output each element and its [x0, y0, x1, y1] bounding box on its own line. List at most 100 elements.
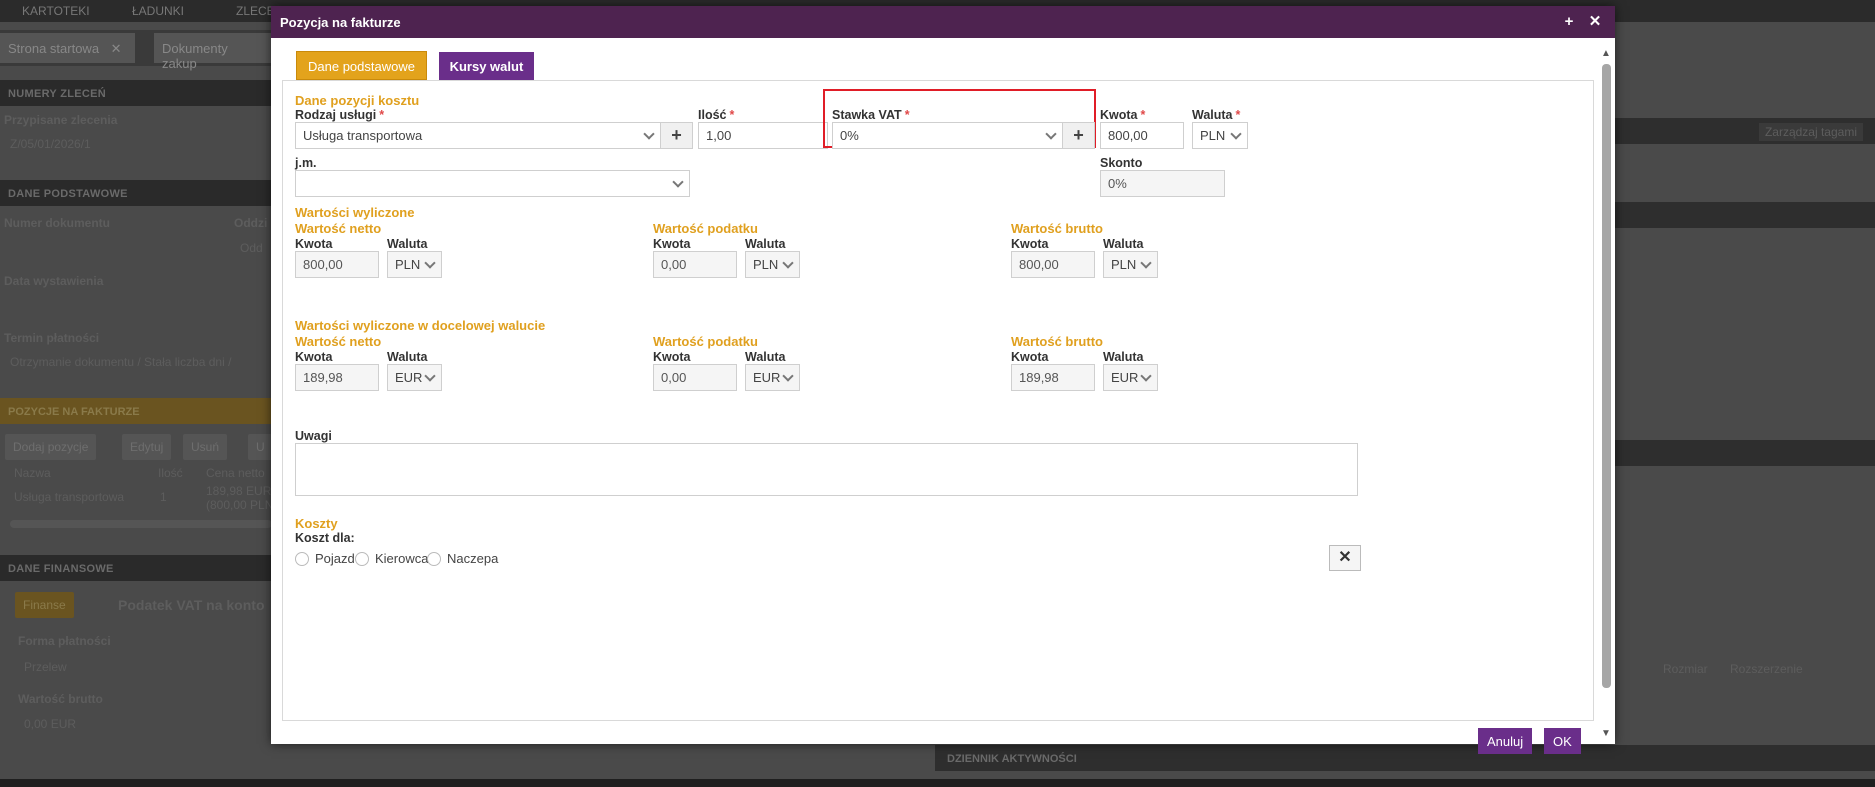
koszty-title: Koszty	[295, 516, 338, 531]
chevron-down-icon	[783, 372, 792, 381]
wartosc-brutto-title: Wartość brutto	[1011, 334, 1103, 349]
waluta-label: Waluta	[387, 237, 428, 251]
koszt-dla-label: Koszt dla:	[295, 531, 355, 545]
row-name[interactable]: Usługa transportowa	[14, 490, 124, 504]
nav-item-zlecenia[interactable]: ZLECE	[236, 4, 275, 18]
modal-content: Dane pozycji kosztu Rodzaj usługi * Usług…	[282, 80, 1594, 721]
termin-platnosci-value[interactable]: Otrzymanie dokumentu / Stała liczba dni …	[10, 355, 231, 369]
maximize-icon[interactable]: +	[1559, 12, 1579, 32]
scrollbar-thumb[interactable]	[1602, 64, 1611, 688]
radio-naczepa[interactable]: Naczepa	[427, 551, 498, 566]
docelowe-netto-waluta-select[interactable]: EUR	[387, 364, 442, 391]
kwota-label: Kwota	[653, 237, 691, 251]
podatek-kwota-input[interactable]: 0,00	[653, 251, 737, 278]
radio-circle[interactable]	[295, 551, 309, 566]
chevron-down-icon	[783, 259, 792, 268]
waluta-select[interactable]: PLN	[1192, 122, 1248, 149]
kwota-input[interactable]: 800,00	[1100, 122, 1184, 149]
radio-label: Pojazd	[315, 551, 355, 566]
waluta-label: Waluta	[1103, 350, 1144, 364]
stawka-vat-select[interactable]: 0%	[832, 122, 1063, 149]
kwota-label: Kwota	[1011, 237, 1049, 251]
waluta-label: Waluta *	[1192, 108, 1241, 122]
add-stawka-vat-button[interactable]: +	[1062, 122, 1095, 149]
brutto-kwota-input[interactable]: 800,00	[1011, 251, 1095, 278]
col-cena-netto: Cena netto	[206, 466, 265, 480]
waluta-label: Waluta	[745, 350, 786, 364]
netto-waluta-select[interactable]: PLN	[387, 251, 442, 278]
section-pozycje-na-fakturze: POZYCJE NA FAKTURZE	[0, 398, 272, 424]
radio-pojazd[interactable]: Pojazd	[295, 551, 355, 566]
ilosc-label: Ilość *	[698, 108, 735, 122]
wartosci-docelowe-title: Wartości wyliczone w docelowej walucie	[295, 318, 546, 333]
usun-button[interactable]: Usuń	[183, 434, 228, 460]
more-button[interactable]: U	[248, 434, 273, 460]
rodzaj-uslugi-label: Rodzaj usługi *	[295, 108, 385, 122]
docelowe-brutto-waluta-select[interactable]: EUR	[1103, 364, 1158, 391]
right-panel-bar	[1615, 202, 1875, 228]
tab-kursy-walut[interactable]: Kursy walut	[438, 52, 535, 81]
radio-circle[interactable]	[355, 551, 369, 566]
clear-koszty-button[interactable]: ✕	[1329, 545, 1361, 571]
wartosc-netto-title: Wartość netto	[295, 334, 382, 349]
dodaj-pozycje-button[interactable]: Dodaj pozycje	[5, 434, 97, 460]
waluta-label: Waluta	[387, 350, 428, 364]
ilosc-input[interactable]: 1,00	[698, 122, 828, 149]
docelowe-podatek-waluta-select[interactable]: EUR	[745, 364, 800, 391]
radio-label: Kierowca	[375, 551, 429, 566]
modal-title: Pozycja na fakturze	[280, 15, 401, 30]
radio-label: Naczepa	[447, 551, 499, 566]
horizontal-scrollbar[interactable]	[10, 520, 272, 528]
forma-platnosci-label: Forma płatności	[18, 634, 111, 648]
chevron-down-icon	[425, 259, 434, 268]
wartosc-netto-title: Wartość netto	[295, 221, 382, 236]
scroll-down-icon[interactable]: ▼	[1600, 728, 1612, 740]
jm-select[interactable]	[295, 170, 690, 197]
data-wystawienia-label: Data wystawienia	[4, 274, 104, 288]
uwagi-textarea[interactable]	[295, 443, 1358, 496]
brutto-waluta-select[interactable]: PLN	[1103, 251, 1158, 278]
netto-kwota-input[interactable]: 800,00	[295, 251, 379, 278]
zarzadzaj-tagami-button[interactable]: Zarządzaj tagami	[1758, 123, 1863, 141]
uwagi-label: Uwagi	[295, 429, 332, 443]
tab-dane-podstawowe[interactable]: Dane podstawowe	[296, 51, 427, 80]
nav-item-ladunki[interactable]: ŁADUNKI	[132, 4, 184, 18]
section-dane-finansowe: DANE FINANSOWE	[0, 555, 272, 581]
col-ilosc: Ilość	[158, 466, 183, 480]
radio-circle[interactable]	[427, 551, 441, 566]
wartosc-brutto-title: Wartość brutto	[1011, 221, 1103, 236]
podatek-label: Podatek VAT na konto	[118, 597, 265, 613]
right-panel-bar-2	[1615, 440, 1875, 466]
podatek-waluta-select[interactable]: PLN	[745, 251, 800, 278]
scroll-up-icon[interactable]: ▲	[1600, 48, 1612, 60]
oddzial-value[interactable]: Odd	[240, 241, 263, 255]
chevron-down-icon	[673, 178, 682, 187]
stawka-vat-label: Stawka VAT *	[832, 108, 910, 122]
rodzaj-uslugi-select[interactable]: Usługa transportowa	[295, 122, 661, 149]
tab-dokumenty-zakupu[interactable]: Dokumenty zakup	[154, 33, 272, 71]
waluta-label: Waluta	[745, 237, 786, 251]
ok-button[interactable]: OK	[1544, 728, 1581, 754]
modal-scrollbar[interactable]: ▲ ▼	[1600, 42, 1612, 744]
nav-item-kartoteki[interactable]: KARTOTEKI	[22, 4, 90, 18]
docelowe-brutto-kwota-input[interactable]: 189,98	[1011, 364, 1095, 391]
add-rodzaj-uslugi-button[interactable]: +	[660, 122, 693, 149]
skonto-input[interactable]: 0%	[1100, 170, 1225, 197]
kwota-label: Kwota	[653, 350, 691, 364]
waluta-label: Waluta	[1103, 237, 1144, 251]
tab-strona-startowa[interactable]: Strona startowa ✕	[0, 33, 135, 63]
docelowe-podatek-kwota-input[interactable]: 0,00	[653, 364, 737, 391]
finanse-button[interactable]: Finanse	[15, 592, 74, 618]
docelowe-netto-kwota-input[interactable]: 189,98	[295, 364, 379, 391]
close-icon[interactable]: ✕	[111, 41, 122, 56]
edytuj-button[interactable]: Edytuj	[122, 434, 172, 460]
close-icon[interactable]: ✕	[1585, 12, 1605, 32]
radio-kierowca[interactable]: Kierowca	[355, 551, 428, 566]
kwota-label: Kwota	[295, 237, 333, 251]
anuluj-button[interactable]: Anuluj	[1478, 728, 1533, 754]
wartosc-podatku-title: Wartość podatku	[653, 334, 758, 349]
col-nazwa: Nazwa	[14, 466, 51, 480]
forma-platnosci-value[interactable]: Przelew	[24, 660, 67, 674]
oddzial-label: Oddzi	[234, 216, 268, 230]
przypisane-value[interactable]: Z/05/01/2026/1	[10, 137, 91, 151]
